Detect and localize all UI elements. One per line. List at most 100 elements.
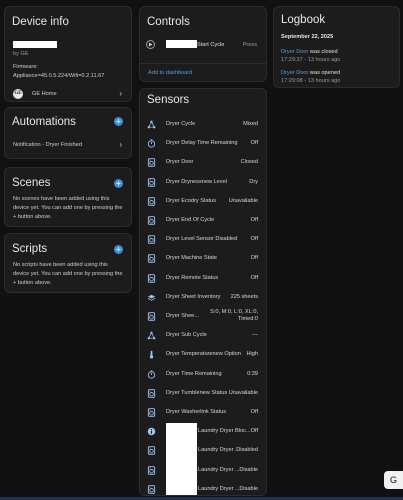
logbook-entity-link[interactable]: Dryer Door <box>281 70 308 76</box>
scenes-empty-text: No scenes have been added using this dev… <box>13 196 123 220</box>
sensor-row[interactable]: Dryer Sheet Inventory 225 sheets <box>140 288 266 307</box>
dryer-icon <box>147 158 156 168</box>
sensor-value: Off <box>250 255 258 262</box>
logbook-entity-link[interactable]: Dryer Door <box>281 49 308 55</box>
add-script-button[interactable]: + <box>114 245 123 254</box>
sensor-row[interactable]: Dryer Cycle Mixed <box>140 115 266 134</box>
integration-row[interactable]: GE GE Home › <box>5 88 131 101</box>
sensor-value: — <box>252 332 258 339</box>
sensor-row[interactable]: Dryer Door Closed <box>140 153 266 172</box>
device-manufacturer: by GE <box>13 51 29 57</box>
sensor-row[interactable]: Laundry Dryer ... Disable <box>140 480 266 495</box>
dryer-icon <box>147 216 156 225</box>
sensor-value: Off <box>250 428 258 435</box>
dryer-icon <box>147 446 156 456</box>
timer-icon <box>147 370 156 379</box>
sensor-row[interactable]: Laundry Dryer ... Disabled <box>140 441 266 460</box>
dryer-icon <box>147 485 156 494</box>
sensor-name: Dryer Washerlink Status <box>166 409 227 415</box>
dryer-icon <box>147 389 156 398</box>
dryer-icon <box>147 235 156 244</box>
sensor-name: Dryer Temperaturenew Option <box>166 351 241 358</box>
dryer-icon <box>147 465 156 475</box>
sensor-name: Dryer Cycle <box>166 121 196 127</box>
start-cycle-row[interactable]: Start Cycle Press <box>140 38 266 50</box>
ge-logo-icon: GE <box>13 89 23 99</box>
sensor-name: Dryer Time Remaining <box>166 370 222 377</box>
dryer-icon <box>147 273 156 283</box>
press-button[interactable]: Press <box>243 42 257 48</box>
sensor-row[interactable]: Dryer Level Sensor Disabled Off <box>140 230 266 249</box>
add-scene-button[interactable]: + <box>114 179 123 188</box>
scripts-card: Scripts + No scripts have been added usi… <box>4 233 132 293</box>
sensor-name: Dryer End Of Cycle <box>166 217 215 223</box>
cycle-icon <box>147 331 156 340</box>
device-info-title: Device info <box>12 16 69 28</box>
add-automation-button[interactable]: + <box>114 117 123 126</box>
sensor-name: Laundry Dryer Bloc... <box>198 428 251 435</box>
sensor-name: Dryer Sheet Inventory <box>166 293 221 300</box>
sensors-card: Sensors Dryer Cycle Mixed Dryer Delay Time… <box>139 88 267 496</box>
sensor-name: Dryer Level Sensor Disabled <box>166 236 238 243</box>
scripts-empty-text: No scripts have been added using this de… <box>13 262 123 286</box>
sensor-value: High <box>246 351 258 358</box>
sensor-row[interactable]: Laundry Dryer ... Disable <box>140 461 266 480</box>
sensor-value: Off <box>250 140 258 147</box>
sensor-row[interactable]: Dryer Tumblenew Status Unavailable <box>140 384 266 403</box>
dryer-icon <box>147 254 156 264</box>
sensor-row[interactable]: Dryer Ecodry Status Unavailable <box>140 192 266 211</box>
automation-list-item[interactable]: Notification - Dryer Finished › <box>5 138 131 152</box>
info-icon <box>147 427 156 436</box>
integration-label: GE Home <box>32 91 57 97</box>
cycle-icon <box>147 120 156 129</box>
sensor-value: Unavailable <box>228 389 258 396</box>
sensor-row[interactable]: Dryer Remote Status Off <box>140 269 266 288</box>
controls-title: Controls <box>147 16 190 28</box>
thermometer-icon <box>147 350 156 359</box>
logbook-entry-time: 17:29:08 - 13 hours ago <box>281 78 341 84</box>
device-info-card: Device info by GE Firmware: Appliance=45… <box>4 6 132 102</box>
sensor-row[interactable]: Dryer Drynessnew Level Dry <box>140 173 266 192</box>
sensor-name: Dryer Ecodry Status <box>166 197 217 204</box>
sensor-row[interactable]: Dryer Delay Time Remaining Off <box>140 134 266 153</box>
logbook-title: Logbook <box>281 14 326 26</box>
sensor-name: Laundry Dryer ... <box>198 466 240 473</box>
sensor-value: Dry <box>249 178 258 185</box>
sensor-name: Dryer Shee... <box>166 313 199 319</box>
dryer-icon <box>147 177 156 187</box>
sensor-row[interactable]: Dryer Time Remaining 0:39 <box>140 365 266 384</box>
sensor-value: Closed <box>240 159 258 166</box>
automations-title: Automations <box>12 116 76 128</box>
layers-icon <box>147 293 156 302</box>
sensors-title: Sensors <box>147 94 190 106</box>
sensor-value: Unavailable <box>228 197 258 204</box>
sensor-name: Dryer Sub Cycle <box>166 332 207 339</box>
sensor-row[interactable]: Dryer Shee... S:0, M:0, L:0, XL:0, Timed:… <box>140 307 266 326</box>
firmware-value: Appliance=45.0.5.224/Wifi=0.2.11.67 <box>13 73 105 79</box>
sensor-name: Laundry Dryer ... <box>198 485 240 492</box>
logbook-entry-text: was opened <box>309 70 341 76</box>
device-name-redacted <box>13 41 57 48</box>
add-to-dashboard-link[interactable]: Add to dashboard <box>148 70 192 76</box>
sensor-row[interactable]: Dryer End Of Cycle Off <box>140 211 266 230</box>
sensor-name: Dryer Door <box>166 159 194 166</box>
floating-button-label: G <box>389 475 397 485</box>
sensor-row[interactable]: Dryer Machine State Off <box>140 249 266 268</box>
sensor-name: Dryer Drynessnew Level <box>166 178 227 185</box>
sensor-row[interactable]: Laundry Dryer Bloc... Off <box>140 422 266 441</box>
dryer-icon <box>147 408 156 417</box>
logbook-entry: Dryer Door was opened 17:29:08 - 13 hour… <box>281 70 395 84</box>
controls-redacted <box>166 40 197 48</box>
sensor-row[interactable]: Dryer Temperaturenew Option High <box>140 345 266 364</box>
sensor-value: Disable <box>239 485 258 492</box>
floating-action-button[interactable]: G <box>384 471 403 489</box>
sensor-value: Disabled <box>236 447 258 454</box>
logbook-entry-time: 17:29:37 - 13 hours ago <box>281 57 341 63</box>
sensor-row[interactable]: Dryer Washerlink Status Off <box>140 403 266 422</box>
chevron-right-icon: › <box>119 89 122 98</box>
sensor-name: Laundry Dryer ... <box>198 447 240 454</box>
sensor-value: S:0, M:0, L:0, XL:0, Timed:0 <box>210 309 258 322</box>
sensor-row[interactable]: Dryer Sub Cycle — <box>140 326 266 345</box>
sensor-name: Dryer Tumblenew Status <box>166 389 228 396</box>
play-button-icon <box>146 40 155 49</box>
